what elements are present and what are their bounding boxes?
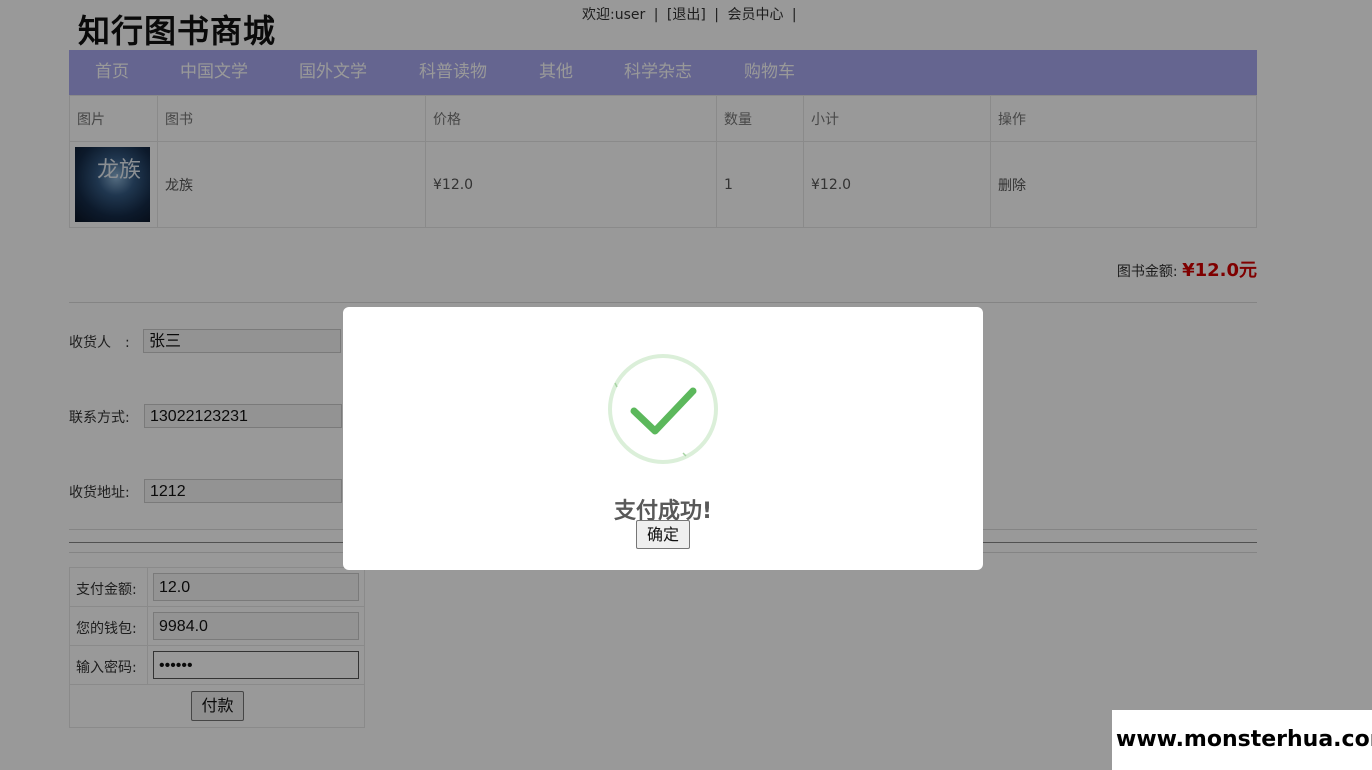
success-check-icon	[608, 354, 718, 464]
payment-success-dialog: 支付成功! 确定	[343, 307, 983, 570]
confirm-button[interactable]: 确定	[636, 520, 690, 549]
watermark: www.monsterhua.com	[1112, 710, 1372, 770]
page: 知行图书商城 欢迎:user | [退出] | 会员中心 | 首页 中国文学 国…	[0, 0, 1372, 770]
